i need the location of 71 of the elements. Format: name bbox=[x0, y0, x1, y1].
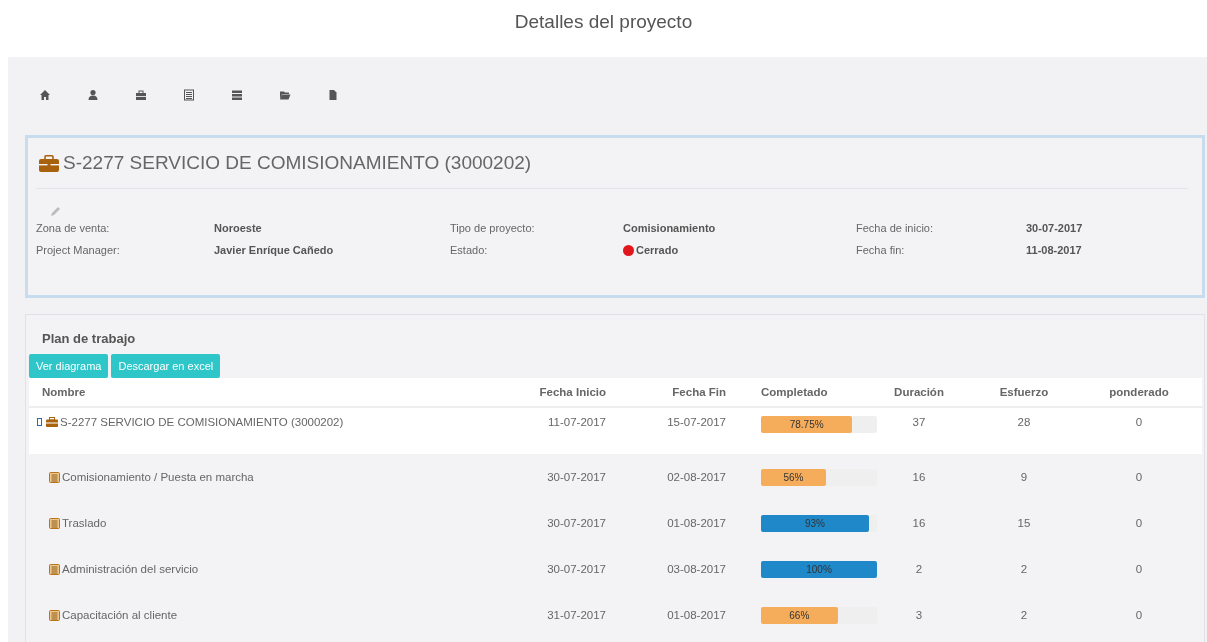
table-cell-text: 01-08-2017 bbox=[666, 609, 727, 621]
field-label: Fecha de inicio: bbox=[856, 222, 935, 234]
table-cell-text: 0 bbox=[1134, 609, 1144, 621]
field-label: Project Manager: bbox=[36, 244, 121, 256]
task-name[interactable]: S-2277 SERVICIO DE COMISIONAMIENTO (3000202) bbox=[60, 416, 344, 428]
field-value: 11-08-2017 bbox=[1026, 244, 1082, 256]
progress-label: 66% bbox=[788, 608, 811, 623]
table-cell-text: 11-07-2017 bbox=[547, 416, 607, 428]
user-icon[interactable] bbox=[87, 89, 99, 101]
column-header: Fecha Fin bbox=[671, 386, 727, 398]
table-cell-text: 9 bbox=[1019, 471, 1029, 483]
task-name[interactable]: Comisionamiento / Puesta en marcha bbox=[62, 471, 254, 483]
field-label: Fecha fin: bbox=[856, 244, 906, 256]
table-cell-text: 3 bbox=[914, 609, 924, 621]
column-header: Nombre bbox=[41, 386, 87, 398]
task-name[interactable]: Administración del servicio bbox=[62, 563, 199, 575]
page-title: Detalles del proyecto bbox=[513, 10, 694, 34]
table-cell-text: 2 bbox=[1019, 563, 1029, 575]
field-value: Noroeste bbox=[214, 222, 262, 234]
field-label: Zona de venta: bbox=[36, 222, 111, 234]
table-cell-text: 30-07-2017 bbox=[546, 563, 607, 575]
list-icon[interactable] bbox=[183, 89, 195, 101]
table-cell-text: 31-07-2017 bbox=[546, 609, 607, 621]
table-cell-text: 02-08-2017 bbox=[666, 471, 727, 483]
list-icon bbox=[49, 471, 60, 483]
briefcase-icon bbox=[46, 417, 58, 427]
field-label: Estado: bbox=[450, 244, 489, 256]
table-cell-text: 0 bbox=[1134, 517, 1144, 529]
column-header: Esfuerzo bbox=[998, 386, 1050, 398]
briefcase-icon[interactable] bbox=[135, 89, 147, 101]
table-cell-text: 2 bbox=[914, 563, 924, 575]
field-value: Comisionamiento bbox=[623, 222, 716, 234]
table-cell-text: 28 bbox=[1016, 416, 1032, 428]
folder-icon[interactable] bbox=[279, 89, 291, 101]
list-icon bbox=[49, 517, 60, 529]
table-cell-text: 30-07-2017 bbox=[546, 471, 607, 483]
task-name[interactable]: Traslado bbox=[62, 517, 107, 529]
file-icon[interactable] bbox=[327, 89, 339, 101]
table-cell-text: 16 bbox=[911, 517, 927, 529]
table-cell-text: 03-08-2017 bbox=[666, 563, 727, 575]
field-value: Cerrado bbox=[636, 244, 679, 256]
table-cell-text: 01-08-2017 bbox=[666, 517, 727, 529]
field-label: Tipo de proyecto: bbox=[450, 222, 536, 234]
briefcase-icon bbox=[39, 154, 59, 172]
table-cell-text: 37 bbox=[911, 416, 927, 428]
progress-label: 78.75% bbox=[788, 418, 825, 432]
project-title: S-2277 SERVICIO DE COMISIONAMIENTO (3000202) bbox=[63, 152, 532, 174]
table-cell-text: 2 bbox=[1019, 609, 1029, 621]
server-icon[interactable] bbox=[231, 89, 243, 101]
plan-title: Plan de trabajo bbox=[41, 330, 137, 348]
progress-label: 100% bbox=[805, 562, 833, 577]
column-header: Fecha Inicio bbox=[538, 386, 607, 398]
field-value: 30-07-2017 bbox=[1026, 222, 1083, 234]
table-cell-text: 0 bbox=[1134, 471, 1144, 483]
table-cell-text: 15 bbox=[1016, 517, 1032, 529]
collapse-toggle-icon[interactable] bbox=[37, 418, 42, 426]
column-header: Duración bbox=[893, 386, 945, 398]
column-header: ponderado bbox=[1108, 386, 1170, 398]
task-name[interactable]: Capacitación al cliente bbox=[62, 609, 178, 621]
table-cell-text: 0 bbox=[1134, 563, 1144, 575]
list-icon bbox=[49, 563, 60, 575]
column-header: Completado bbox=[760, 386, 829, 398]
table-cell-text: 0 bbox=[1134, 416, 1144, 428]
progress-label: 93% bbox=[803, 516, 826, 531]
home-icon[interactable] bbox=[39, 89, 51, 101]
list-icon bbox=[49, 609, 60, 621]
table-cell-text: 15-07-2017 bbox=[666, 416, 727, 428]
progress-label: 56% bbox=[782, 470, 805, 485]
table-cell-text: 16 bbox=[911, 471, 927, 483]
table-cell-text: 30-07-2017 bbox=[546, 517, 607, 529]
field-value: Javier Enríque Cañedo bbox=[214, 244, 334, 256]
